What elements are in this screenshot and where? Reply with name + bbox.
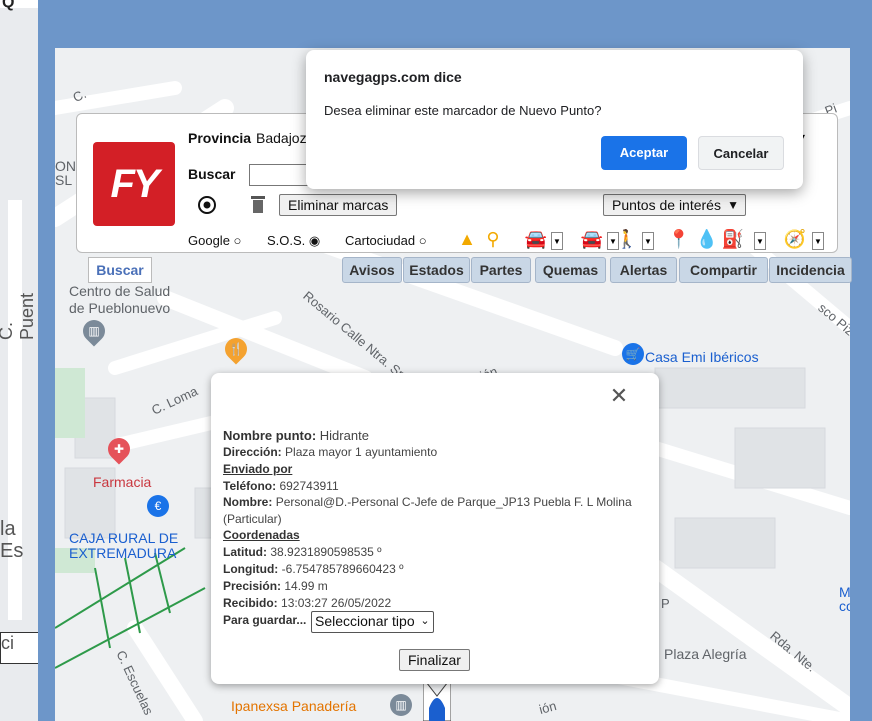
map-label-plaza: Plaza Alegría	[664, 646, 747, 662]
chevron-down-icon[interactable]: ▼	[754, 232, 766, 250]
chevron-down-icon: ⌄	[420, 615, 430, 627]
provincia-select[interactable]: Badajoz	[256, 130, 307, 146]
location-pin-icon[interactable]: ⚲	[482, 228, 504, 250]
finalizar-button[interactable]: Finalizar	[399, 649, 470, 671]
provincia-label: Provincia	[188, 130, 252, 146]
map-pin-icon[interactable]: 📍	[668, 228, 690, 250]
accept-button[interactable]: Aceptar	[601, 136, 687, 170]
bakery-pin[interactable]: ▥	[390, 694, 412, 716]
building-icon: ▥	[395, 698, 407, 712]
tab-compartir[interactable]: Compartir	[679, 257, 768, 283]
radio-google[interactable]: Google ○	[188, 233, 241, 248]
dialog-message: Desea eliminar este marcador de Nuevo Pu…	[324, 103, 602, 118]
pharmacy-pin[interactable]: ✚	[103, 433, 135, 465]
cancel-button[interactable]: Cancelar	[698, 136, 784, 170]
background-map-strip: Q C. Puent la Es ci	[0, 0, 38, 721]
crosshair-icon[interactable]	[196, 194, 218, 216]
tab-incidencia[interactable]: Incidencia	[769, 257, 852, 283]
chevron-down-icon[interactable]: ▼	[812, 232, 824, 250]
map-label: P	[661, 596, 670, 611]
water-drop-icon[interactable]: 💧	[696, 228, 718, 250]
map-label-farmacia: Farmacia	[93, 474, 152, 490]
tab-estados[interactable]: Estados	[403, 257, 470, 283]
search-input[interactable]	[249, 164, 311, 186]
app-logo: FY	[93, 142, 175, 226]
compass-icon[interactable]: 🧭	[784, 228, 806, 250]
map-label-pueblonuevo: de Pueblonuevo	[69, 300, 171, 316]
building-icon: ▥	[88, 324, 100, 338]
coordenadas-heading: Coordenadas	[223, 528, 300, 542]
map-label: SL	[55, 172, 73, 188]
particular-text: (Particular)	[223, 512, 282, 526]
map-label-caja: CAJA RURAL DE	[69, 530, 179, 546]
tipo-select[interactable]: Seleccionar tipo ⌄	[311, 611, 434, 633]
car-icon[interactable]: 🚘	[525, 228, 547, 250]
side-buscar-button[interactable]: Buscar	[88, 257, 152, 283]
map-label-ipanexsa: Ipanexsa Panadería	[231, 698, 357, 714]
map-label: C. Puent	[0, 292, 37, 340]
caret-down-icon: ▼	[727, 198, 739, 212]
enviado-por-heading: Enviado por	[223, 462, 293, 476]
eliminar-marcas-button[interactable]: Eliminar marcas	[279, 194, 398, 216]
chevron-down-icon[interactable]: ▼	[551, 232, 563, 250]
map-label-casa-emi: Casa Emi Ibéricos	[645, 349, 759, 365]
buscar-label: Buscar	[188, 166, 236, 182]
map-label: co	[839, 598, 850, 614]
puntos-interes-button[interactable]: Puntos de interés ▼	[603, 194, 746, 216]
marker-info-popup: ✕ Nombre punto: Hidrante Dirección: Plaz…	[211, 373, 659, 684]
walker-icon[interactable]: 🚶	[616, 228, 638, 250]
pharmacy-icon: ✚	[113, 442, 125, 456]
fork-knife-icon: 🍴	[228, 342, 244, 356]
restaurant-pin[interactable]: 🍴	[220, 333, 252, 365]
tab-partes[interactable]: Partes	[471, 257, 531, 283]
shop-pin[interactable]: 🛒	[622, 343, 644, 365]
siren-icon[interactable]: ▲	[456, 228, 478, 250]
side-input[interactable]: ci	[0, 632, 38, 664]
trash-icon[interactable]	[247, 193, 269, 215]
confirm-dialog: navegagps.com dice Desea eliminar este m…	[306, 50, 803, 189]
close-icon[interactable]: ✕	[608, 385, 630, 407]
health-center-pin[interactable]: ▥	[78, 315, 110, 347]
car-front-icon[interactable]: 🚘	[581, 228, 603, 250]
radio-sos[interactable]: S.O.S. ◉	[267, 233, 320, 249]
cart-icon: 🛒	[625, 347, 641, 361]
map-label: Es	[0, 540, 24, 562]
tab-alertas[interactable]: Alertas	[610, 257, 677, 283]
tab-quemas[interactable]: Quemas	[535, 257, 606, 283]
tab-avisos[interactable]: Avisos	[342, 257, 402, 283]
map-label-centro: Centro de Salud	[69, 283, 171, 299]
map-label: la	[0, 518, 16, 540]
bank-pin[interactable]: €	[147, 495, 169, 517]
euro-icon: €	[154, 499, 162, 513]
selected-marker[interactable]	[422, 676, 452, 721]
map-label-caja: EXTREMADURA	[69, 545, 177, 561]
dialog-title: navegagps.com dice	[324, 69, 462, 85]
chevron-down-icon[interactable]: ▼	[642, 232, 654, 250]
hydrant-icon[interactable]: ⛽	[722, 228, 744, 250]
radio-cartociudad[interactable]: Cartociudad ○	[345, 233, 427, 248]
